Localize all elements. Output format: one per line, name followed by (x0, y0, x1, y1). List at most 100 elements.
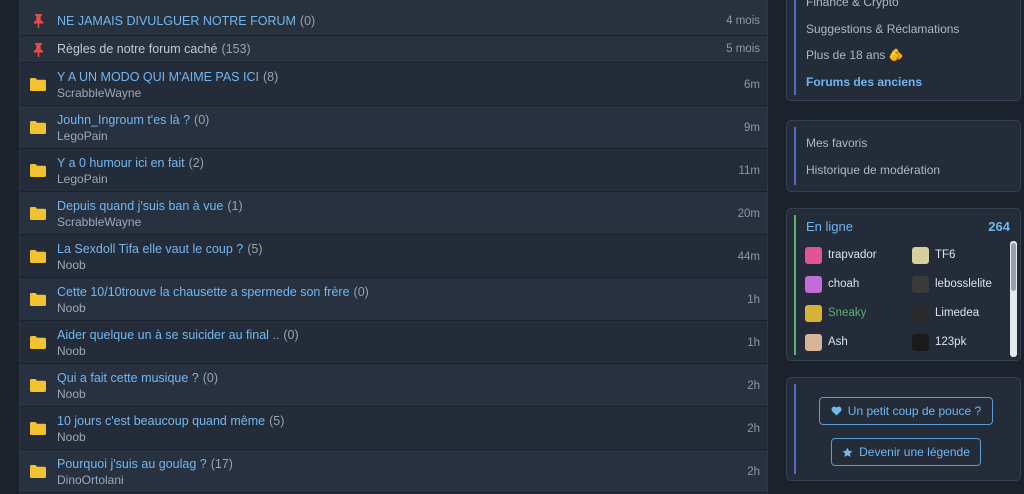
topic-row[interactable]: Qui a fait cette musique ? (0) Noob 2h (20, 364, 767, 407)
online-scrollbar[interactable] (1010, 241, 1017, 357)
topic-title[interactable]: Y A UN MODO QUI M'AIME PAS ICI (8) (57, 70, 278, 84)
topic-title[interactable]: Depuis quand j'suis ban à vue (1) (57, 199, 243, 213)
topic-title[interactable]: 10 jours c'est beaucoup quand même (5) (57, 414, 284, 428)
topic-time: 2h (747, 423, 760, 435)
pinned-topic-row[interactable]: NE JAMAIS DIVULGUER NOTRE FORUM (0) 4 moi… (20, 0, 767, 36)
reply-count: (8) (262, 70, 279, 84)
topic-time: 4 mois (726, 15, 760, 27)
accent-bar (794, 215, 796, 355)
thumb-button[interactable]: Un petit coup de pouce ? (819, 397, 993, 425)
topic-author[interactable]: DinoOrtolani (57, 473, 124, 487)
reply-count: (1) (227, 199, 243, 213)
menu-link-anciens[interactable]: Forums des anciens (806, 75, 922, 89)
menu-link-historique[interactable]: Historique de modération (806, 163, 940, 177)
menu-link-18-plus[interactable]: Plus de 18 ans 🫵 (806, 48, 904, 62)
accent-bar (794, 0, 796, 95)
online-user-name: choah (828, 278, 860, 290)
avatar (912, 275, 929, 293)
topic-row[interactable]: Y A UN MODO QUI M'AIME PAS ICI (8) Scrabbl… (20, 63, 767, 106)
topic-row[interactable]: La Sexdoll Tifa elle vaut le coup ? (5) No… (20, 235, 767, 278)
menu-link-finance[interactable]: Finance & Crypto (806, 0, 899, 9)
avatar (912, 333, 929, 351)
avatar (805, 246, 822, 264)
reply-count: (5) (269, 414, 285, 428)
online-title: En ligne (806, 219, 853, 234)
support-card: Un petit coup de pouce ? Devenir une lég… (786, 377, 1021, 481)
topic-time: 1h (747, 337, 760, 349)
folder-icon (30, 162, 46, 178)
topic-author[interactable]: Noob (57, 430, 86, 444)
accent-bar (794, 127, 796, 185)
scrollbar-thumb[interactable] (1011, 243, 1016, 291)
online-user[interactable]: Limedea (912, 304, 979, 322)
online-user[interactable]: Sneaky (805, 304, 866, 322)
online-user[interactable]: TF6 (912, 246, 955, 264)
forums-menu-card: Finance & Crypto Suggestions & Réclamati… (786, 0, 1021, 101)
folder-icon (30, 377, 46, 393)
online-user-name: Limedea (935, 307, 980, 319)
topic-row[interactable]: Aider quelque un à se suicider au final … (20, 321, 767, 364)
topic-time: 9m (744, 122, 760, 134)
topic-time: 5 mois (726, 43, 760, 55)
topic-title[interactable]: NE JAMAIS DIVULGUER NOTRE FORUM (0) (57, 14, 315, 28)
online-user[interactable]: lebosslelite (912, 275, 992, 293)
topic-title[interactable]: Aider quelque un à se suicider au final … (57, 328, 299, 342)
reply-count: (17) (210, 457, 233, 471)
topic-title[interactable]: Pourquoi j'suis au goulag ? (17) (57, 457, 233, 471)
topic-row[interactable]: Y a 0 humour ici en fait (2) LegoPain 11m (20, 149, 767, 192)
topic-title[interactable]: Règles de notre forum caché (153) (57, 42, 251, 56)
folder-icon (30, 334, 46, 350)
legend-button[interactable]: Devenir une légende (831, 438, 981, 466)
menu-link-suggestions[interactable]: Suggestions & Réclamations (806, 22, 959, 36)
online-user[interactable]: 123pk (912, 333, 966, 351)
avatar (805, 275, 822, 293)
topic-row[interactable]: Cette 10/10trouve la chausette a spermed… (20, 278, 767, 321)
online-user[interactable]: trapvador (805, 246, 877, 264)
topic-title[interactable]: Jouhn_Ingroum t'es là ? (0) (57, 113, 209, 127)
online-user-name: TF6 (935, 249, 956, 261)
menu-link-favoris[interactable]: Mes favoris (806, 136, 867, 150)
online-user-name: trapvador (828, 249, 877, 261)
pin-icon (30, 12, 46, 28)
topic-author[interactable]: LegoPain (57, 172, 108, 186)
topic-author[interactable]: Noob (57, 301, 86, 315)
reply-count: (0) (202, 371, 219, 385)
avatar (805, 333, 822, 351)
topic-title[interactable]: Y a 0 humour ici en fait (2) (57, 156, 204, 170)
avatar (912, 246, 929, 264)
thumb-button-label: Un petit coup de pouce ? (847, 404, 982, 418)
topic-row[interactable]: Jouhn_Ingroum t'es là ? (0) LegoPain 9m (20, 106, 767, 149)
topic-time: 2h (747, 380, 760, 392)
topic-title[interactable]: Cette 10/10trouve la chausette a spermed… (57, 285, 369, 299)
topic-time: 1h (747, 294, 760, 306)
avatar (912, 304, 929, 322)
folder-icon (30, 119, 46, 135)
topic-row[interactable]: Depuis quand j'suis ban à vue (1) Scrabble… (20, 192, 767, 235)
topic-time: 6m (744, 79, 760, 91)
online-user-name: Ash (828, 336, 848, 348)
pinned-topic-row[interactable]: Règles de notre forum caché (153) 5 mois (20, 36, 767, 63)
reply-count: (5) (247, 242, 263, 256)
topic-author[interactable]: ScrabbleWayne (57, 215, 141, 229)
topic-time: 20m (737, 208, 760, 220)
topic-author[interactable]: Noob (57, 258, 86, 272)
online-user[interactable]: choah (805, 275, 859, 293)
topic-time: 11m (738, 165, 760, 177)
reply-count: (0) (283, 328, 299, 342)
legend-button-label: Devenir une légende (859, 445, 970, 459)
reply-count: (0) (353, 285, 369, 299)
topic-title[interactable]: Qui a fait cette musique ? (0) (57, 371, 218, 385)
topic-row[interactable]: Pourquoi j'suis au goulag ? (17) DinoOrtol… (20, 450, 767, 493)
tools-menu-card: Mes favoris Historique de modération (786, 120, 1021, 192)
topic-author[interactable]: LegoPain (57, 129, 108, 143)
topic-time: 44m (737, 251, 760, 263)
reply-count: (0) (194, 113, 210, 127)
topic-author[interactable]: Noob (57, 344, 86, 358)
folder-icon (30, 248, 46, 264)
online-user[interactable]: Ash (805, 333, 848, 351)
topic-title[interactable]: La Sexdoll Tifa elle vaut le coup ? (5) (57, 242, 263, 256)
topic-row[interactable]: 10 jours c'est beaucoup quand même (5) Noo… (20, 407, 767, 450)
topic-author[interactable]: ScrabbleWayne (57, 86, 141, 100)
folder-icon (30, 76, 46, 92)
topic-author[interactable]: Noob (57, 387, 86, 401)
